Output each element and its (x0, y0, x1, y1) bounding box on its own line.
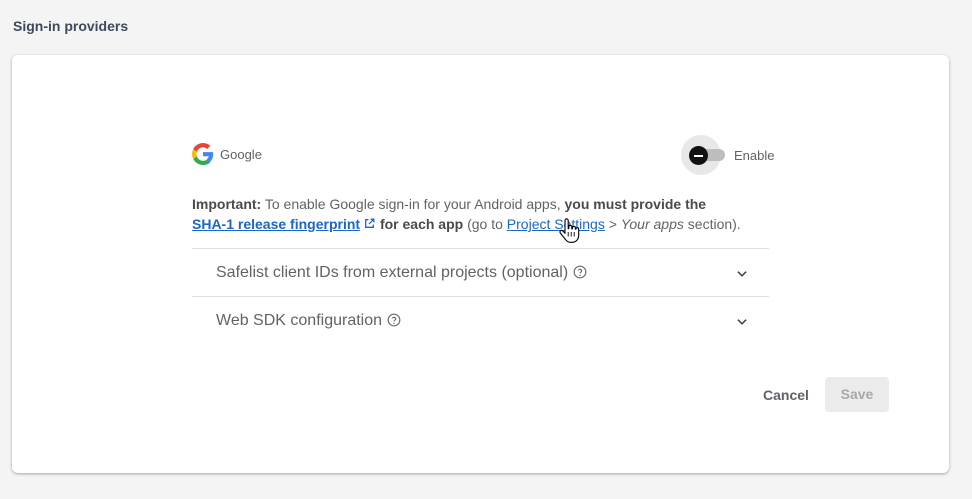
accordion-label-text: Web SDK configuration (216, 312, 383, 329)
important-notice: Important: To enable Google sign-in for … (192, 194, 782, 234)
google-g-icon (192, 143, 214, 165)
for-each-app-text: for each app (379, 216, 464, 232)
chevron-down-icon (737, 319, 747, 325)
notice-text-1: To enable Google sign-in for your Androi… (261, 196, 565, 212)
accordion-label-text: Safelist client IDs from external projec… (216, 264, 569, 281)
notice-text-4: section). (683, 216, 741, 232)
external-link-icon (365, 218, 375, 228)
toggle-knob[interactable] (689, 146, 708, 165)
provider-card: Google Enable Important: To enable Googl… (12, 55, 949, 473)
chevron-down-icon (737, 271, 747, 277)
notice-text-2: (go to (463, 216, 507, 232)
important-label: Important: (192, 196, 262, 212)
provider-name: Google (220, 147, 262, 162)
accordion-web-sdk-configuration[interactable]: Web SDK configuration (192, 296, 769, 344)
accordion-safelist-client-ids[interactable]: Safelist client IDs from external projec… (192, 248, 769, 296)
help-icon[interactable] (387, 313, 401, 327)
provider-header: Google Enable (192, 135, 774, 175)
accordion-label: Safelist client IDs from external projec… (216, 264, 587, 282)
toggle-label: Enable (734, 148, 775, 163)
must-provide-text: you must provide the (564, 196, 707, 212)
your-apps-text: Your apps (620, 216, 684, 232)
section-title: Sign-in providers (13, 18, 129, 34)
notice-text-3: > (604, 216, 621, 232)
sha1-fingerprint-link[interactable]: SHA-1 release fingerprint (192, 216, 376, 232)
accordion-label: Web SDK configuration (216, 312, 401, 330)
project-settings-link[interactable]: Project Settings (507, 216, 605, 232)
enable-toggle[interactable]: Enable (681, 135, 774, 175)
help-icon[interactable] (573, 265, 587, 279)
cancel-button[interactable]: Cancel (744, 378, 828, 412)
sha1-fingerprint-link-label: SHA-1 release fingerprint (192, 216, 361, 232)
save-button[interactable]: Save (825, 377, 889, 412)
